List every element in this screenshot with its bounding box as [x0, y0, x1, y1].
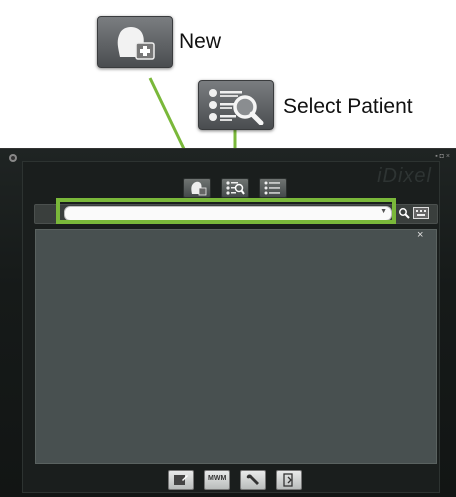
close-panel-icon[interactable]: × — [417, 229, 423, 241]
settings-button[interactable] — [240, 470, 266, 490]
app-logo-icon — [9, 154, 17, 162]
close-window-icon[interactable]: × — [446, 153, 452, 160]
exit-icon — [283, 473, 293, 487]
app-window: ▪◘× iDixel ▼ × MWM — [0, 148, 456, 497]
edit-icon — [174, 475, 188, 485]
new-patient-icon — [191, 181, 207, 196]
select-patient-icon — [209, 89, 264, 125]
mwm-button[interactable]: MWM — [204, 470, 230, 490]
new-callout-button — [97, 16, 173, 68]
window-controls: ▪◘× — [435, 153, 452, 160]
select-patient-callout-button — [198, 80, 274, 130]
brand-logo: iDixel — [377, 165, 432, 187]
patient-list-panel — [35, 229, 437, 464]
patient-list-icon — [264, 181, 280, 195]
select-patient-icon — [226, 181, 245, 195]
select-patient-callout-label: Select Patient — [283, 95, 413, 118]
new-patient-button[interactable] — [183, 178, 211, 198]
edit-button[interactable] — [168, 470, 194, 490]
new-callout-label: New — [179, 30, 222, 53]
search-highlight-frame — [56, 198, 396, 224]
patient-list-button[interactable] — [259, 178, 287, 198]
keyboard-icon[interactable] — [413, 207, 429, 219]
new-patient-icon — [117, 27, 155, 60]
wrench-icon — [246, 474, 259, 485]
search-icon[interactable] — [398, 207, 410, 219]
mwm-icon: MWM — [208, 475, 227, 482]
exit-button[interactable] — [276, 470, 302, 490]
select-patient-button[interactable] — [221, 178, 249, 198]
